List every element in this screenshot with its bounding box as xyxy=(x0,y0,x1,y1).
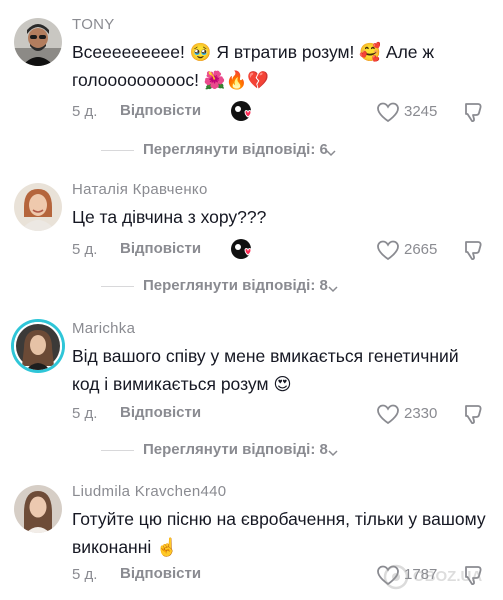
dislike-icon[interactable] xyxy=(461,402,485,426)
reply-button[interactable]: Відповісти xyxy=(120,565,201,582)
comment-meta: 5 д. Відповісти 2665 xyxy=(72,238,492,262)
divider xyxy=(101,286,134,287)
like-icon[interactable] xyxy=(375,238,401,262)
creator-liked-icon xyxy=(230,100,256,124)
like-icon[interactable] xyxy=(375,402,401,426)
view-replies-label: Переглянути відповіді: 8 xyxy=(143,441,328,458)
watermark: OBOZ.UA xyxy=(383,562,495,592)
chevron-down-icon xyxy=(328,445,338,457)
view-replies-label: Переглянути відповіді: 8 xyxy=(143,277,328,294)
comment-meta: 5 д. Відповісти 2330 xyxy=(72,402,492,426)
like-icon[interactable] xyxy=(375,100,401,124)
comment-username[interactable]: Marichka xyxy=(72,320,135,337)
reply-button[interactable]: Відповісти xyxy=(120,404,201,421)
comment-username[interactable]: Наталія Кравченко xyxy=(72,181,208,198)
avatar[interactable] xyxy=(14,322,62,370)
view-replies-button[interactable]: Переглянути відповіді: 6 xyxy=(74,140,374,160)
reply-button[interactable]: Відповісти xyxy=(120,102,201,119)
divider xyxy=(101,150,134,151)
eye-logo-icon xyxy=(383,564,409,590)
like-count: 3245 xyxy=(404,103,438,120)
avatar[interactable] xyxy=(14,183,62,231)
chevron-down-icon xyxy=(328,281,338,293)
comment-date: 5 д. xyxy=(72,405,98,422)
watermark-text: OBOZ.UA xyxy=(413,568,483,585)
dislike-icon[interactable] xyxy=(461,238,485,262)
view-replies-button[interactable]: Переглянути відповіді: 8 xyxy=(74,440,374,460)
comment-text: Від вашого співу у мене вмикається генет… xyxy=(72,346,459,394)
comment-text: Це та дівчина з хору??? xyxy=(72,207,267,227)
avatar[interactable] xyxy=(14,18,62,66)
view-replies-button[interactable]: Переглянути відповіді: 8 xyxy=(74,276,374,296)
creator-liked-icon xyxy=(230,238,256,262)
comment-text: Готуйте цю пісню на євробачення, тільки … xyxy=(72,509,486,557)
comment-username[interactable]: TONY xyxy=(72,16,115,33)
dislike-icon[interactable] xyxy=(461,100,485,124)
comment-date: 5 д. xyxy=(72,103,98,120)
like-count: 2330 xyxy=(404,405,438,422)
comment-meta: 5 д. Відповісти 3245 xyxy=(72,100,492,124)
comment-date: 5 д. xyxy=(72,566,98,583)
comment-date: 5 д. xyxy=(72,241,98,258)
comment-text: Всеееееееее! 🥹 Я втратив розум! 🥰 Але ж … xyxy=(72,42,435,90)
comment-username[interactable]: Liudmila Kravchen440 xyxy=(72,483,226,500)
divider xyxy=(101,450,134,451)
view-replies-label: Переглянути відповіді: 6 xyxy=(143,141,328,158)
like-count: 2665 xyxy=(404,241,438,258)
avatar[interactable] xyxy=(14,485,62,533)
chevron-down-icon xyxy=(326,145,336,157)
reply-button[interactable]: Відповісти xyxy=(120,240,201,257)
